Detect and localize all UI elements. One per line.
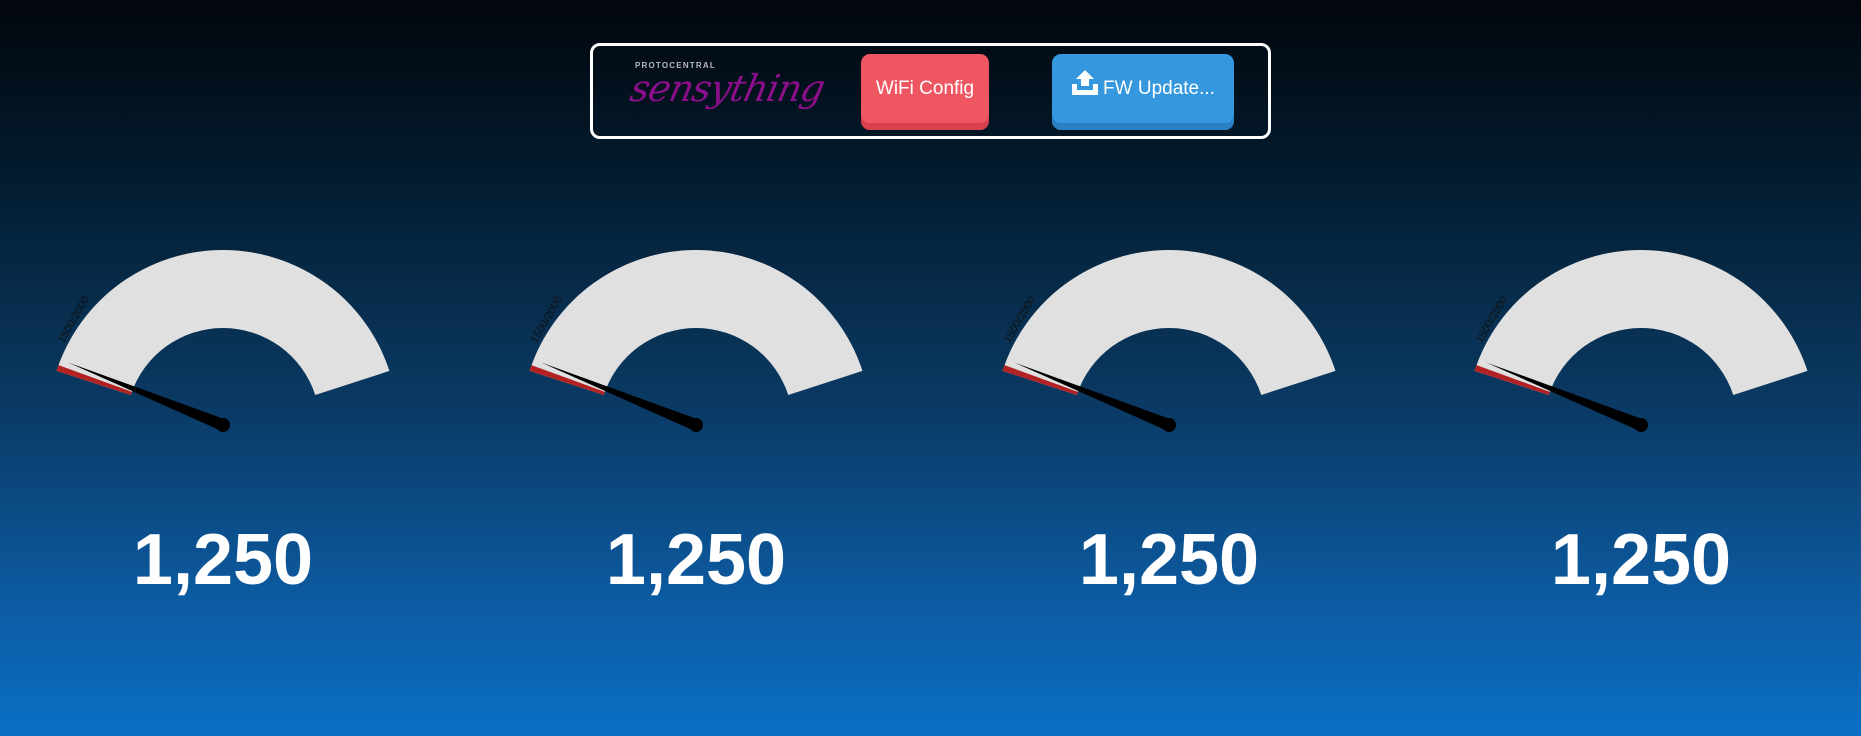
gauge-track	[529, 250, 863, 396]
gauge-needle-hub	[1634, 418, 1648, 432]
gauge-needle-hub	[689, 418, 703, 432]
gauge-needle-hub	[1162, 418, 1176, 432]
wifi-config-label: WiFi Config	[875, 78, 975, 99]
gauge: 1500/2000	[516, 230, 876, 432]
gauge-needle	[68, 362, 226, 431]
gauge: 1500/2000	[1461, 230, 1821, 432]
header-bar: PROTOCENTRAL sensything WiFi Config FW U…	[590, 43, 1271, 139]
gauge: 1500/2000	[989, 230, 1349, 432]
gauge-needle	[1486, 362, 1644, 431]
gauge-needle	[541, 362, 699, 431]
gauge-value: 1,250	[1078, 520, 1260, 600]
fw-update-label: FW Update...	[1103, 78, 1215, 99]
gauge-value: 1,250	[1550, 520, 1732, 600]
gauge-track	[1002, 250, 1336, 396]
gauge-track	[1474, 250, 1808, 396]
upload-icon	[1072, 70, 1099, 95]
gauge-needle	[1014, 362, 1172, 431]
sensything-logo: PROTOCENTRAL sensything	[626, 55, 828, 129]
logo-product-text: sensything	[626, 67, 829, 110]
fw-update-button[interactable]: FW Update...	[1052, 54, 1234, 130]
gauge-track	[56, 250, 390, 396]
gauge-dial: 1500/2000	[1002, 250, 1336, 432]
gauge-dial: 1500/2000	[529, 250, 863, 432]
gauge-value: 1,250	[605, 520, 787, 600]
gauge-value: 1,250	[132, 520, 314, 600]
gauge-dial: 1500/2000	[56, 250, 390, 432]
wifi-config-button[interactable]: WiFi Config	[861, 54, 989, 130]
gauge-dial: 1500/2000	[1474, 250, 1808, 432]
gauge: 1500/2000	[43, 230, 403, 432]
gauge-needle-hub	[216, 418, 230, 432]
